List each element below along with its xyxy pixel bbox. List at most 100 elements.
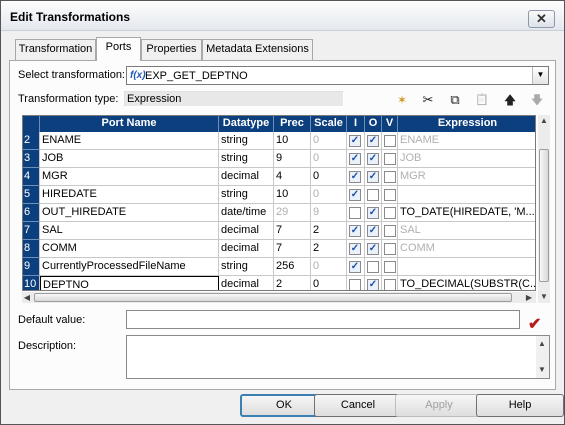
- column-header-expression[interactable]: Expression: [398, 116, 535, 132]
- cancel-button[interactable]: Cancel: [314, 394, 402, 417]
- tab-ports[interactable]: Ports: [96, 37, 141, 61]
- tab-transformation[interactable]: Transformation: [15, 39, 96, 60]
- cell-scale[interactable]: 9: [311, 204, 347, 222]
- cell-datatype[interactable]: string: [219, 186, 274, 204]
- output-checkbox[interactable]: ✓: [367, 225, 379, 237]
- cell-scale[interactable]: 0: [311, 186, 347, 204]
- cell-datatype[interactable]: date/time: [219, 204, 274, 222]
- cell-prec[interactable]: 7: [274, 240, 311, 258]
- input-checkbox[interactable]: ✓: [349, 189, 361, 201]
- move-down-icon[interactable]: 🡇: [528, 91, 546, 109]
- description-textarea[interactable]: ▲ ▼: [126, 335, 550, 379]
- input-checkbox[interactable]: ✓: [349, 225, 361, 237]
- variable-checkbox[interactable]: [384, 207, 396, 219]
- select-transformation-dropdown[interactable]: f(x) EXP_GET_DEPTNO ▼: [126, 66, 549, 85]
- cell-prec[interactable]: 4: [274, 168, 311, 186]
- cell-prec[interactable]: 7: [274, 222, 311, 240]
- cell-prec[interactable]: 2: [274, 276, 311, 290]
- cell-expression[interactable]: SAL: [398, 222, 535, 240]
- cell-scale[interactable]: 0: [311, 132, 347, 150]
- input-checkbox[interactable]: [349, 279, 361, 290]
- variable-checkbox[interactable]: [384, 135, 396, 147]
- row-number[interactable]: 3: [23, 150, 40, 168]
- paste-icon[interactable]: 📋: [473, 91, 491, 109]
- table-row[interactable]: 6 OUT_HIREDATE date/time 29 9 ✓ TO_DATE(HIREDA…: [23, 204, 535, 222]
- column-header-port-name[interactable]: Port Name: [40, 116, 219, 132]
- cell-datatype[interactable]: decimal: [219, 168, 274, 186]
- cell-datatype[interactable]: decimal: [219, 222, 274, 240]
- cell-prec[interactable]: 10: [274, 132, 311, 150]
- cell-scale[interactable]: 0: [311, 150, 347, 168]
- cell-name[interactable]: OUT_HIREDATE: [40, 204, 219, 222]
- scroll-right-icon[interactable]: ▶: [524, 292, 534, 304]
- horizontal-scroll-thumb[interactable]: [34, 293, 512, 302]
- scroll-left-icon[interactable]: ◀: [22, 292, 32, 304]
- variable-checkbox[interactable]: [384, 243, 396, 255]
- cell-datatype[interactable]: decimal: [219, 240, 274, 258]
- grid-vertical-scrollbar[interactable]: ▲ ▼: [538, 115, 550, 303]
- cell-expression[interactable]: TO_DECIMAL(SUBSTR(C...: [398, 276, 535, 290]
- row-number[interactable]: 7: [23, 222, 40, 240]
- input-checkbox[interactable]: ✓: [349, 171, 361, 183]
- description-scroll-down-icon[interactable]: ▼: [536, 364, 548, 376]
- help-button[interactable]: Help: [476, 394, 564, 417]
- input-checkbox[interactable]: ✓: [349, 261, 361, 273]
- output-checkbox[interactable]: ✓: [367, 243, 379, 255]
- chevron-down-icon[interactable]: ▼: [532, 67, 548, 84]
- cell-scale[interactable]: 2: [311, 222, 347, 240]
- output-checkbox[interactable]: [367, 261, 379, 273]
- new-port-icon[interactable]: ✶: [393, 91, 411, 109]
- cut-icon[interactable]: ✂: [419, 91, 437, 109]
- column-header-prec[interactable]: Prec: [274, 116, 311, 132]
- description-scrollbar[interactable]: ▲ ▼: [536, 336, 549, 378]
- column-header-datatype[interactable]: Datatype: [219, 116, 274, 132]
- validate-checkmark-icon[interactable]: ✔: [528, 314, 541, 334]
- cell-scale[interactable]: 2: [311, 240, 347, 258]
- table-row[interactable]: 3 JOB string 9 0 ✓ ✓ JOB: [23, 150, 535, 168]
- row-number[interactable]: 10: [23, 276, 40, 290]
- output-checkbox[interactable]: [367, 189, 379, 201]
- cell-name[interactable]: SAL: [40, 222, 219, 240]
- scroll-down-icon[interactable]: ▼: [538, 291, 550, 303]
- table-row[interactable]: 2 ENAME string 10 0 ✓ ✓ ENAME: [23, 132, 535, 150]
- cell-expression[interactable]: ENAME: [398, 132, 535, 150]
- output-checkbox[interactable]: ✓: [367, 171, 379, 183]
- cell-datatype[interactable]: decimal: [219, 276, 274, 290]
- description-scroll-up-icon[interactable]: ▲: [536, 338, 548, 350]
- cell-prec[interactable]: 29: [274, 204, 311, 222]
- row-number[interactable]: 2: [23, 132, 40, 150]
- cell-name[interactable]: DEPTNO: [40, 276, 219, 290]
- cell-name[interactable]: HIREDATE: [40, 186, 219, 204]
- table-row[interactable]: 5 HIREDATE string 10 0 ✓: [23, 186, 535, 204]
- input-checkbox[interactable]: ✓: [349, 153, 361, 165]
- cell-prec[interactable]: 10: [274, 186, 311, 204]
- table-row[interactable]: 7 SAL decimal 7 2 ✓ ✓ SAL: [23, 222, 535, 240]
- cell-name[interactable]: MGR: [40, 168, 219, 186]
- cell-scale[interactable]: 0: [311, 168, 347, 186]
- column-header-output[interactable]: O: [365, 116, 382, 132]
- variable-checkbox[interactable]: [384, 279, 396, 290]
- row-number[interactable]: 8: [23, 240, 40, 258]
- apply-button[interactable]: Apply: [395, 394, 483, 417]
- row-number[interactable]: 4: [23, 168, 40, 186]
- cell-expression[interactable]: [398, 258, 535, 276]
- grid-horizontal-scrollbar[interactable]: ◀ ▶: [22, 292, 536, 303]
- move-up-icon[interactable]: 🡅: [501, 91, 519, 109]
- variable-checkbox[interactable]: [384, 189, 396, 201]
- tab-metadata-extensions[interactable]: Metadata Extensions: [202, 39, 313, 60]
- input-checkbox[interactable]: [349, 207, 361, 219]
- table-row[interactable]: 9 CurrentlyProcessedFileName string 256 0 ✓: [23, 258, 535, 276]
- close-button[interactable]: ✕: [528, 10, 555, 28]
- cell-name[interactable]: JOB: [40, 150, 219, 168]
- cell-datatype[interactable]: string: [219, 132, 274, 150]
- cell-prec[interactable]: 9: [274, 150, 311, 168]
- cell-expression[interactable]: TO_DATE(HIREDATE, 'M...: [398, 204, 535, 222]
- column-header-variable[interactable]: V: [382, 116, 398, 132]
- variable-checkbox[interactable]: [384, 153, 396, 165]
- variable-checkbox[interactable]: [384, 261, 396, 273]
- cell-expression[interactable]: JOB: [398, 150, 535, 168]
- row-number[interactable]: 9: [23, 258, 40, 276]
- output-checkbox[interactable]: ✓: [367, 153, 379, 165]
- cell-expression[interactable]: [398, 186, 535, 204]
- input-checkbox[interactable]: ✓: [349, 243, 361, 255]
